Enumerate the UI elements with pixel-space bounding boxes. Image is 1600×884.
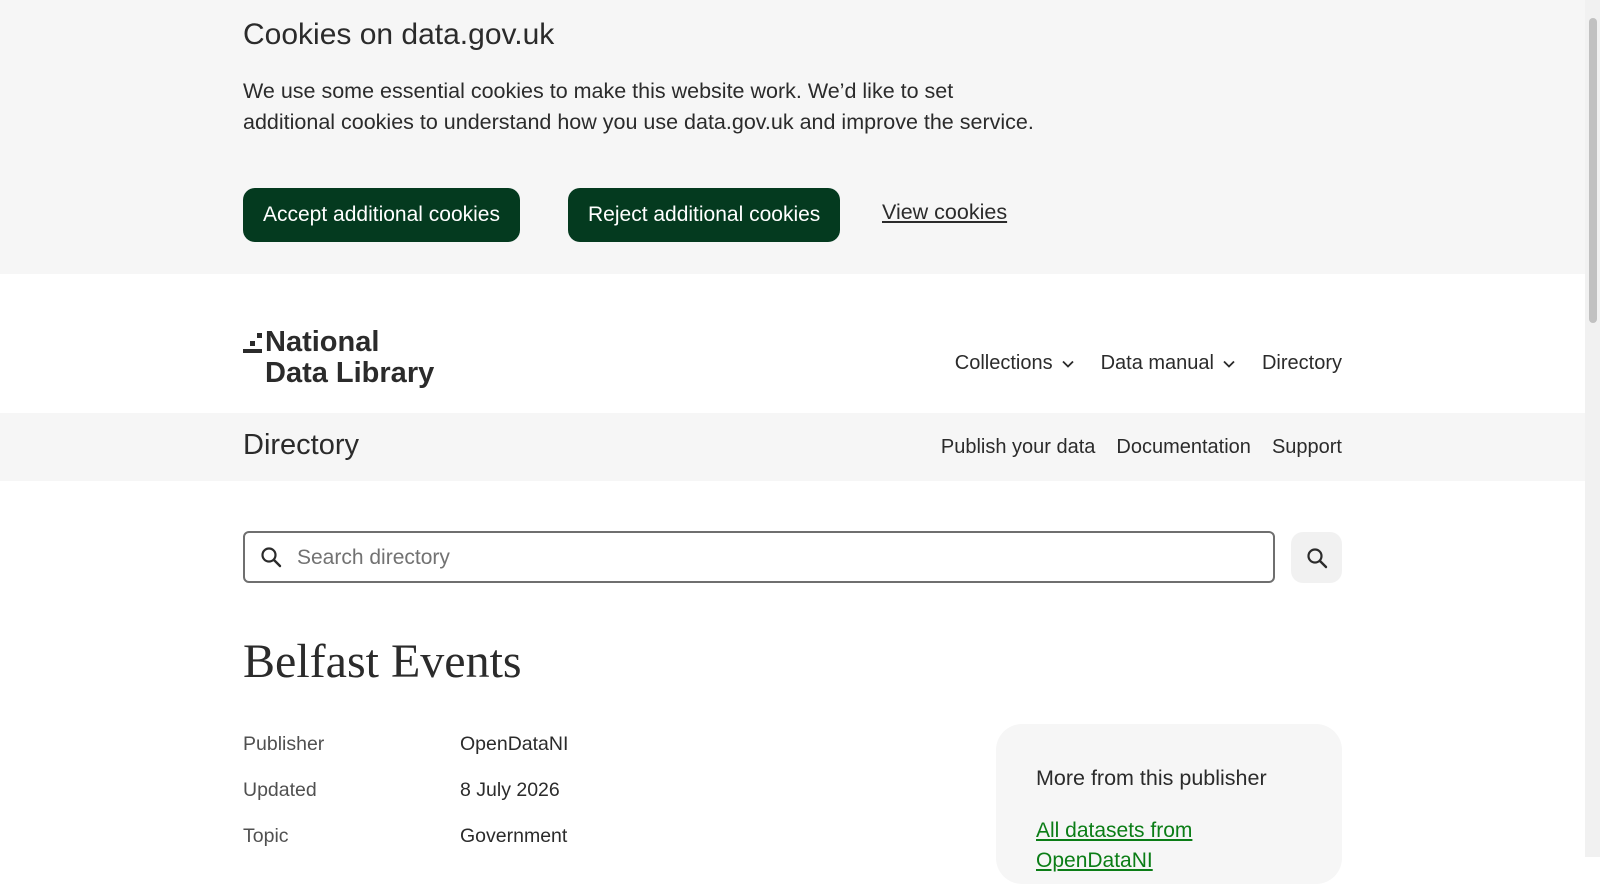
sub-nav: Publish your data Documentation Support (941, 436, 1342, 459)
main-nav: Collections Data manual Directory (955, 352, 1342, 375)
nav-directory[interactable]: Directory (1262, 352, 1342, 375)
scrollbar-thumb[interactable] (1589, 18, 1597, 323)
publish-your-data-link[interactable]: Publish your data (941, 436, 1096, 459)
search-input[interactable] (295, 537, 1259, 579)
cookie-banner-text: We use some essential cookies to make th… (243, 79, 1034, 134)
accept-cookies-button[interactable]: Accept additional cookies (243, 188, 520, 242)
publisher-card-heading: More from this publisher (1036, 766, 1267, 790)
chevron-down-icon (1061, 360, 1074, 368)
cookie-banner-title: Cookies on data.gov.uk (243, 18, 555, 51)
cookie-banner: Cookies on data.gov.uk We use some essen… (0, 0, 1585, 274)
meta-key: Topic (243, 825, 289, 847)
documentation-link[interactable]: Documentation (1116, 436, 1251, 459)
view-cookies-link[interactable]: View cookies (882, 200, 1007, 225)
search-box (243, 531, 1275, 583)
meta-value: OpenDataNI (460, 733, 569, 755)
meta-value: 8 July 2026 (460, 779, 560, 801)
logo-text: National Data Library (265, 327, 434, 389)
search-button[interactable] (1291, 532, 1342, 583)
support-link[interactable]: Support (1272, 436, 1342, 459)
logo-dots-icon (243, 333, 262, 353)
all-datasets-link[interactable]: All datasets from OpenDataNI (1036, 816, 1256, 876)
logo-line-2: Data Library (265, 357, 435, 389)
nav-data-manual-label: Data manual (1100, 352, 1214, 374)
nav-collections[interactable]: Collections (955, 352, 1075, 375)
nav-data-manual[interactable]: Data manual (1101, 352, 1236, 375)
search-icon (1306, 548, 1327, 569)
search-icon (261, 547, 282, 568)
reject-cookies-button[interactable]: Reject additional cookies (568, 188, 841, 242)
meta-value: Government (460, 825, 568, 847)
nav-collections-label: Collections (954, 352, 1053, 374)
section-title: Directory (243, 429, 360, 461)
page-title: Belfast Events (243, 635, 522, 688)
meta-key: Updated (243, 779, 317, 801)
meta-key: Publisher (243, 733, 325, 755)
chevron-down-icon (1223, 360, 1235, 368)
nav-directory-label: Directory (1261, 352, 1342, 374)
directory-subheader: Directory Publish your data Documentatio… (0, 413, 1585, 481)
logo-line-1: National (265, 326, 380, 358)
publisher-card: More from this publisher All datasets fr… (996, 724, 1342, 884)
